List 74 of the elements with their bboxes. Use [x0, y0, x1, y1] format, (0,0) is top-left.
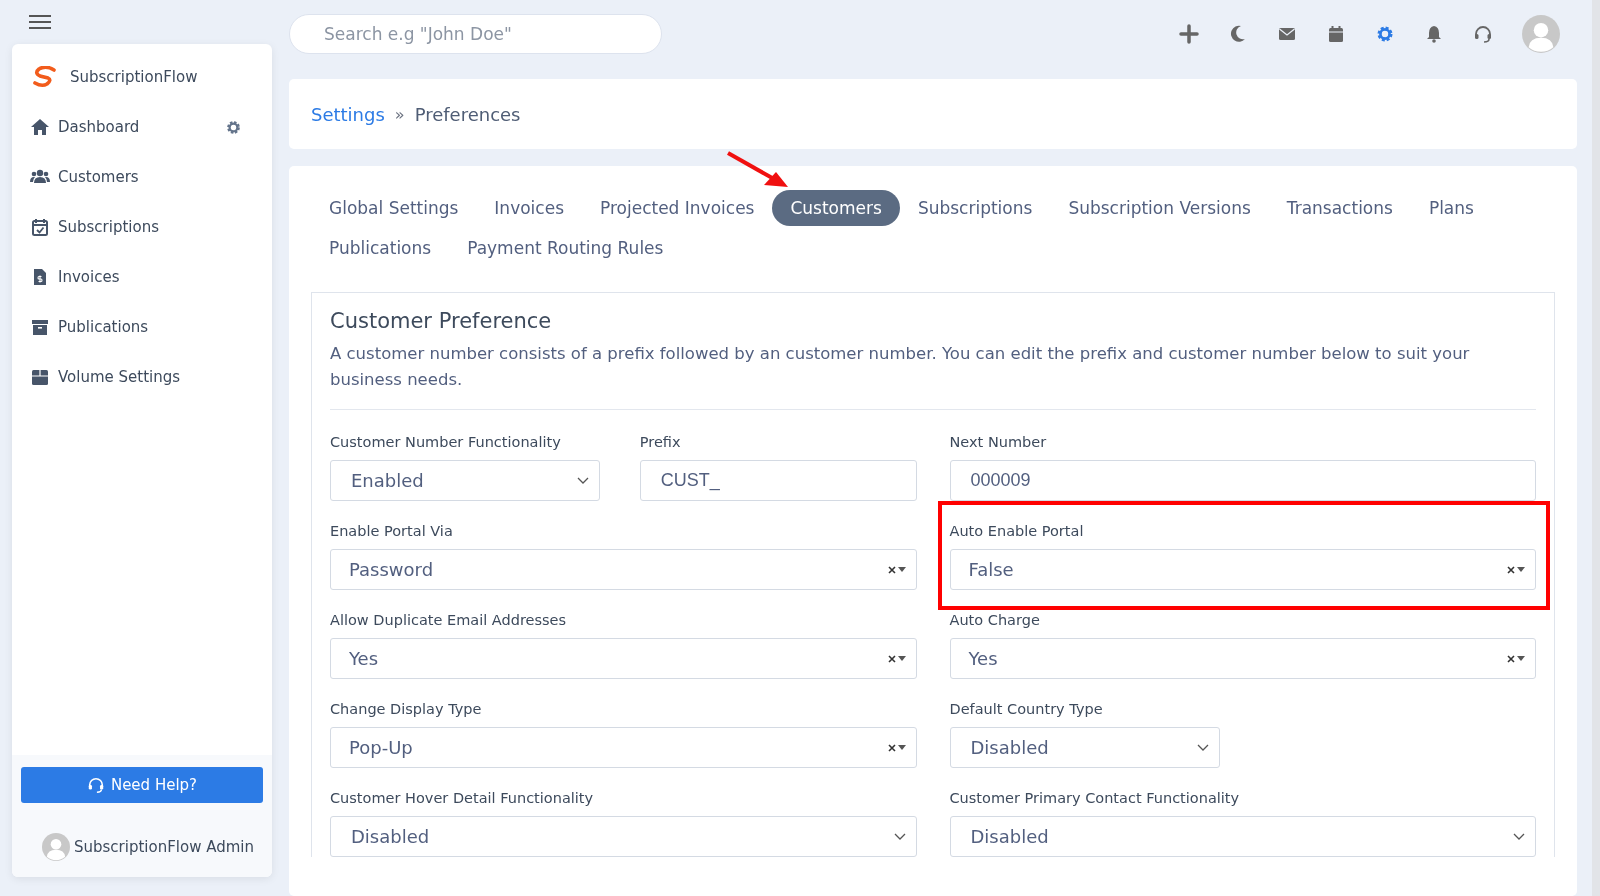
- tab[interactable]: Subscriptions: [899, 190, 1051, 226]
- tab[interactable]: Customers: [772, 190, 900, 226]
- section-description: A customer number consists of a prefix followed by an customer number. You can edit the prefix and customer number below to suit your business needs.: [330, 343, 1471, 391]
- home-icon: [30, 117, 50, 137]
- tab[interactable]: Subscription Versions: [1050, 190, 1269, 226]
- calendar-check-icon: [30, 217, 50, 237]
- dropdown-field[interactable]: Enabled: [330, 460, 600, 501]
- tab[interactable]: Publications: [311, 230, 450, 266]
- tab[interactable]: Projected Invoices: [582, 190, 773, 226]
- plus-icon[interactable]: [1179, 23, 1199, 44]
- caret-icon: [897, 567, 906, 572]
- field-label: Customer Number Functionality: [330, 434, 561, 450]
- headset-icon: [86, 776, 105, 794]
- text-field[interactable]: 000009: [949, 460, 1536, 501]
- field-label: Customer Hover Detail Functionality: [330, 790, 594, 806]
- caret-icon: [1517, 567, 1525, 572]
- help-button[interactable]: Need Help?: [21, 767, 263, 803]
- select-field[interactable]: Yes: [949, 638, 1536, 679]
- sidebar-item[interactable]: Publications: [12, 302, 272, 352]
- breadcrumb-current: Preferences: [414, 103, 521, 125]
- chevron-icon: [1513, 832, 1525, 841]
- tab[interactable]: Payment Routing Rules: [449, 230, 682, 266]
- field-label: Next Number: [949, 434, 1047, 450]
- clear-icon[interactable]: [887, 565, 896, 574]
- calendar-icon[interactable]: [1326, 23, 1346, 44]
- select-field[interactable]: False: [949, 549, 1536, 590]
- clear-icon[interactable]: [887, 743, 896, 752]
- menu-icon[interactable]: [28, 14, 52, 30]
- chevron-icon: [1196, 743, 1209, 752]
- headset-icon[interactable]: [1473, 23, 1493, 44]
- field-label: Customer Primary Contact Functionality: [949, 790, 1240, 806]
- field-label: Prefix: [639, 434, 681, 450]
- user-avatar: [42, 833, 70, 861]
- avatar-icon: [1522, 14, 1560, 53]
- brand-name: SubscriptionFlow: [70, 68, 198, 86]
- dropdown-field[interactable]: Disabled: [949, 816, 1536, 857]
- clear-icon[interactable]: [887, 654, 896, 663]
- field-label: Change Display Type: [330, 701, 482, 717]
- sidebar-item[interactable]: Volume Settings: [12, 352, 272, 402]
- caret-icon: [1517, 656, 1525, 661]
- boxes-icon: [30, 367, 50, 387]
- breadcrumb-link[interactable]: Settings: [311, 103, 385, 125]
- select-field[interactable]: Password: [330, 549, 917, 590]
- sidebar-item[interactable]: Dashboard: [12, 102, 272, 152]
- dropdown-field[interactable]: Disabled: [330, 816, 917, 857]
- field-label: Default Country Type: [949, 701, 1103, 717]
- caret-icon: [897, 656, 906, 661]
- sidebar-item[interactable]: Subscriptions: [12, 202, 272, 252]
- archive-icon: [30, 317, 50, 337]
- field-label: Enable Portal Via: [330, 523, 453, 539]
- tab[interactable]: Invoices: [476, 190, 582, 226]
- text-field[interactable]: CUST_: [639, 460, 917, 501]
- tab[interactable]: Transactions: [1268, 190, 1411, 226]
- clear-icon[interactable]: [1507, 565, 1515, 574]
- chevron-icon: [893, 832, 906, 841]
- clear-icon[interactable]: [1507, 654, 1515, 663]
- breadcrumb-separator: »: [394, 104, 405, 124]
- user-name: SubscriptionFlow Admin: [74, 838, 254, 856]
- dropdown-field[interactable]: Disabled: [949, 727, 1220, 768]
- sidebar-item[interactable]: Invoices: [12, 252, 272, 302]
- section-title: Customer Preference: [330, 309, 553, 333]
- chevron-icon: [577, 476, 589, 485]
- select-field[interactable]: Yes: [330, 638, 917, 679]
- sidebar-item[interactable]: Customers: [12, 152, 272, 202]
- field-label: Allow Duplicate Email Addresses: [330, 612, 567, 628]
- field-label: Auto Charge: [949, 612, 1040, 628]
- tab[interactable]: Global Settings: [311, 190, 477, 226]
- select-field[interactable]: Pop-Up: [330, 727, 917, 768]
- caret-icon: [897, 745, 906, 750]
- logo-icon: [32, 66, 58, 88]
- search-field[interactable]: Search e.g "John Doe": [289, 13, 662, 54]
- field-label: Auto Enable Portal: [949, 523, 1084, 539]
- settings-icon[interactable]: [225, 118, 242, 136]
- tab[interactable]: Plans: [1410, 190, 1492, 226]
